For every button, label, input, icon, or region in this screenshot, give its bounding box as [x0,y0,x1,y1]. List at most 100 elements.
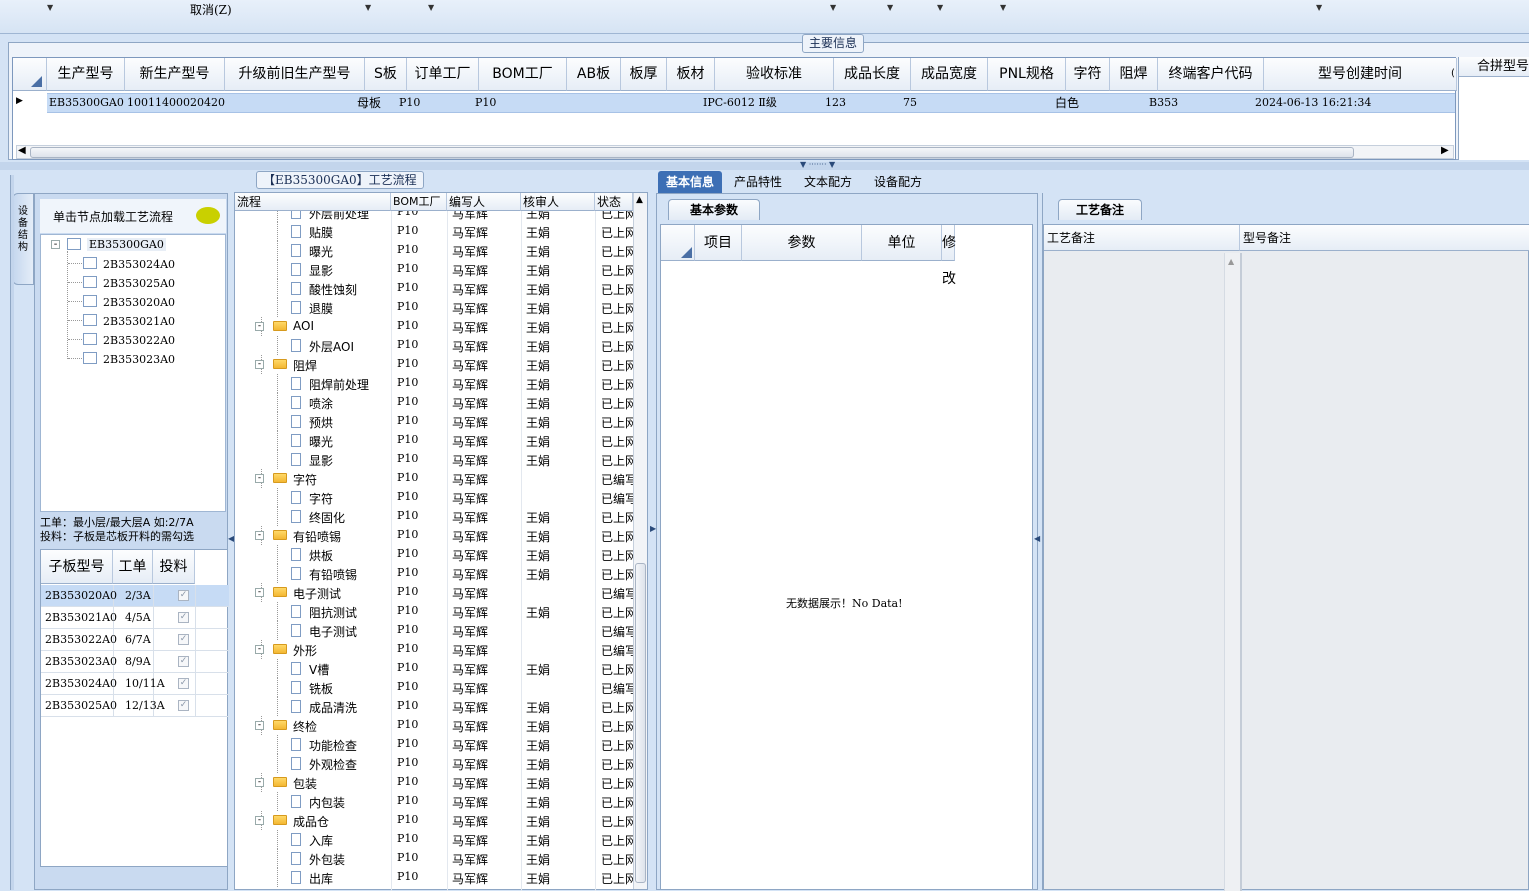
grid-corner[interactable] [13,58,47,91]
feed-checkbox[interactable]: ✓ [178,700,189,711]
dropdown-arrow-icon[interactable]: ▼ [1316,3,1322,12]
dropdown-arrow-icon[interactable]: ▼ [830,3,836,12]
sub-order[interactable]: 12/13A [125,699,165,712]
scroll-right-icon[interactable]: ▶ [1441,145,1449,156]
flow-row[interactable]: 入库 P10 马军辉 王娟 已上网 [235,830,633,849]
flow-row[interactable]: - 终检 P10 马军辉 王娟 已上网 [235,716,633,735]
cell-pnl[interactable] [988,93,990,113]
table-row[interactable]: 2B353020A0 2/3A ✓ [41,585,229,607]
column-header[interactable]: 成品宽度 [911,58,988,91]
scrollbar-thumb[interactable] [30,147,1354,158]
dropdown-arrow-icon[interactable]: ▼ [47,3,53,12]
tree-node-label[interactable]: 2B353020A0 [103,296,175,309]
flow-row[interactable]: 内包装 P10 马军辉 王娟 已上网 [235,792,633,811]
column-header[interactable]: S板 [365,58,407,91]
column-header[interactable]: 编写人 [447,193,521,211]
column-header[interactable]: PNL规格 [988,58,1066,91]
flow-row[interactable]: 酸性蚀刻 P10 马军辉 王娟 已上网 [235,279,633,298]
splitter-grip-icon[interactable]: ◀ [228,530,234,590]
tree-root-label[interactable]: EB35300GA0 [87,238,166,251]
cell-material[interactable] [667,93,669,113]
flow-row[interactable]: 电子测试 P10 马军辉 已编写 [235,621,633,640]
sub-order[interactable]: 8/9A [125,655,151,668]
splitter-grip-icon[interactable]: ◀ [1034,530,1040,600]
flow-row[interactable]: 退膜 P10 马军辉 王娟 已上网 [235,298,633,317]
column-header[interactable]: 新生产型号 [125,58,225,91]
splitter[interactable] [0,162,1529,170]
collapse-icon[interactable]: - [255,588,264,597]
flow-row[interactable]: - 阻焊 P10 马军辉 王娟 已上网 [235,355,633,374]
tab-basic-info[interactable]: 基本信息 [658,171,723,193]
cell-bom-factory[interactable]: P10 [473,93,496,113]
collapse-icon[interactable]: - [51,240,60,250]
flow-row[interactable]: - AOI P10 马军辉 王娟 已上网 [235,317,633,336]
flow-row[interactable]: 功能检查 P10 马军辉 王娟 已上网 [235,735,633,754]
flow-row[interactable]: - 包装 P10 马军辉 王娟 已上网 [235,773,633,792]
column-header[interactable]: 板厚 [621,58,667,91]
flow-row[interactable]: 有铅喷锡 P10 马军辉 王娟 已上网 [235,564,633,583]
column-header[interactable]: 型号创建时间 [1264,58,1457,91]
flow-row[interactable]: 烘板 P10 马军辉 王娟 已上网 [235,545,633,564]
cell-solder[interactable] [1110,93,1112,113]
tree-node-label[interactable]: 2B353025A0 [103,277,175,290]
collapse-icon[interactable]: - [255,645,264,654]
cancel-button[interactable]: 取消(Z) [190,1,232,18]
sub-order[interactable]: 2/3A [125,589,151,602]
flow-row[interactable]: 铣板 P10 马军辉 已编写 [235,678,633,697]
flow-row[interactable]: 阻抗测试 P10 马军辉 王娟 已上网 [235,602,633,621]
tree-node-label[interactable]: 2B353024A0 [103,258,175,271]
dropdown-arrow-icon[interactable]: ▼ [887,3,893,12]
column-header[interactable]: 核审人 [521,193,595,211]
column-header[interactable]: 状态 [595,193,633,211]
collapse-icon[interactable]: - [255,360,264,369]
column-header[interactable]: 验收标准 [715,58,834,91]
table-row[interactable]: 2B353021A0 4/5A ✓ [41,607,229,629]
column-header[interactable]: 投料 [153,550,195,584]
side-tab[interactable]: 设备结构 [12,193,34,285]
scroll-up-icon[interactable]: ▲ [636,195,643,205]
column-header[interactable]: BOM工厂 [391,193,447,211]
cell-new-prod-no[interactable]: 10011400020420 [125,93,225,113]
flow-row[interactable]: 预烘 P10 马军辉 王娟 已上网 [235,412,633,431]
table-row[interactable]: 2B353023A0 8/9A ✓ [41,651,229,673]
column-header[interactable]: 生产型号 [47,58,125,91]
flow-row[interactable]: 外层前处理 P10 马军辉 王娟 已上网 [235,211,633,222]
flow-row[interactable]: 外观检查 P10 马军辉 王娟 已上网 [235,754,633,773]
flow-row[interactable]: 终固化 P10 马军辉 王娟 已上网 [235,507,633,526]
cell-prod-no[interactable]: EB35300GA0 [47,93,124,113]
column-header[interactable]: 阻焊 [1110,58,1158,91]
cell-created[interactable]: 2024-06-13 16:21:34 [1253,93,1371,113]
column-header[interactable]: AB板 [567,58,621,91]
feed-checkbox[interactable]: ✓ [178,656,189,667]
sub-order[interactable]: 6/7A [125,633,151,646]
collapse-icon[interactable]: - [255,322,264,331]
column-header[interactable]: 修改 [942,225,956,287]
column-header[interactable]: 流程 [235,193,391,211]
tree-node-label[interactable]: 2B353023A0 [103,353,175,366]
tab-process-remarks[interactable]: 工艺备注 [1058,199,1142,220]
flow-row[interactable]: 显影 P10 马军辉 王娟 已上网 [235,450,633,469]
flow-row[interactable]: 阻焊前处理 P10 马军辉 王娟 已上网 [235,374,633,393]
cell-order-factory[interactable]: P10 [397,93,420,113]
col-process-remark[interactable]: 工艺备注 [1044,225,1240,251]
column-header[interactable]: 参数 [742,225,862,261]
flow-row[interactable]: 字符 P10 马军辉 已编写 [235,488,633,507]
collapse-icon[interactable]: - [255,531,264,540]
flow-row[interactable]: 成品清洗 P10 马军辉 王娟 已上网 [235,697,633,716]
column-header[interactable]: 成品长度 [834,58,911,91]
table-row[interactable]: 2B353022A0 6/7A ✓ [41,629,229,651]
table-row[interactable]: 2B353025A0 12/13A ✓ [41,695,229,717]
cell-length[interactable]: 123 [823,93,846,113]
flow-row[interactable]: 喷涂 P10 马军辉 王娟 已上网 [235,393,633,412]
sub-order[interactable]: 10/11A [125,677,165,690]
sub-order[interactable]: 4/5A [125,611,151,624]
cell-customer[interactable]: B353 [1147,93,1178,113]
column-header[interactable]: 项目 [695,225,742,261]
collapse-icon[interactable]: - [255,778,264,787]
dropdown-arrow-icon[interactable]: ▼ [428,3,434,12]
cell-ab-board[interactable] [567,93,569,113]
column-header[interactable]: 字符 [1066,58,1110,91]
column-header[interactable]: 终端客户代码 [1158,58,1264,91]
feed-checkbox[interactable]: ✓ [178,678,189,689]
cell-thickness[interactable] [621,93,623,113]
